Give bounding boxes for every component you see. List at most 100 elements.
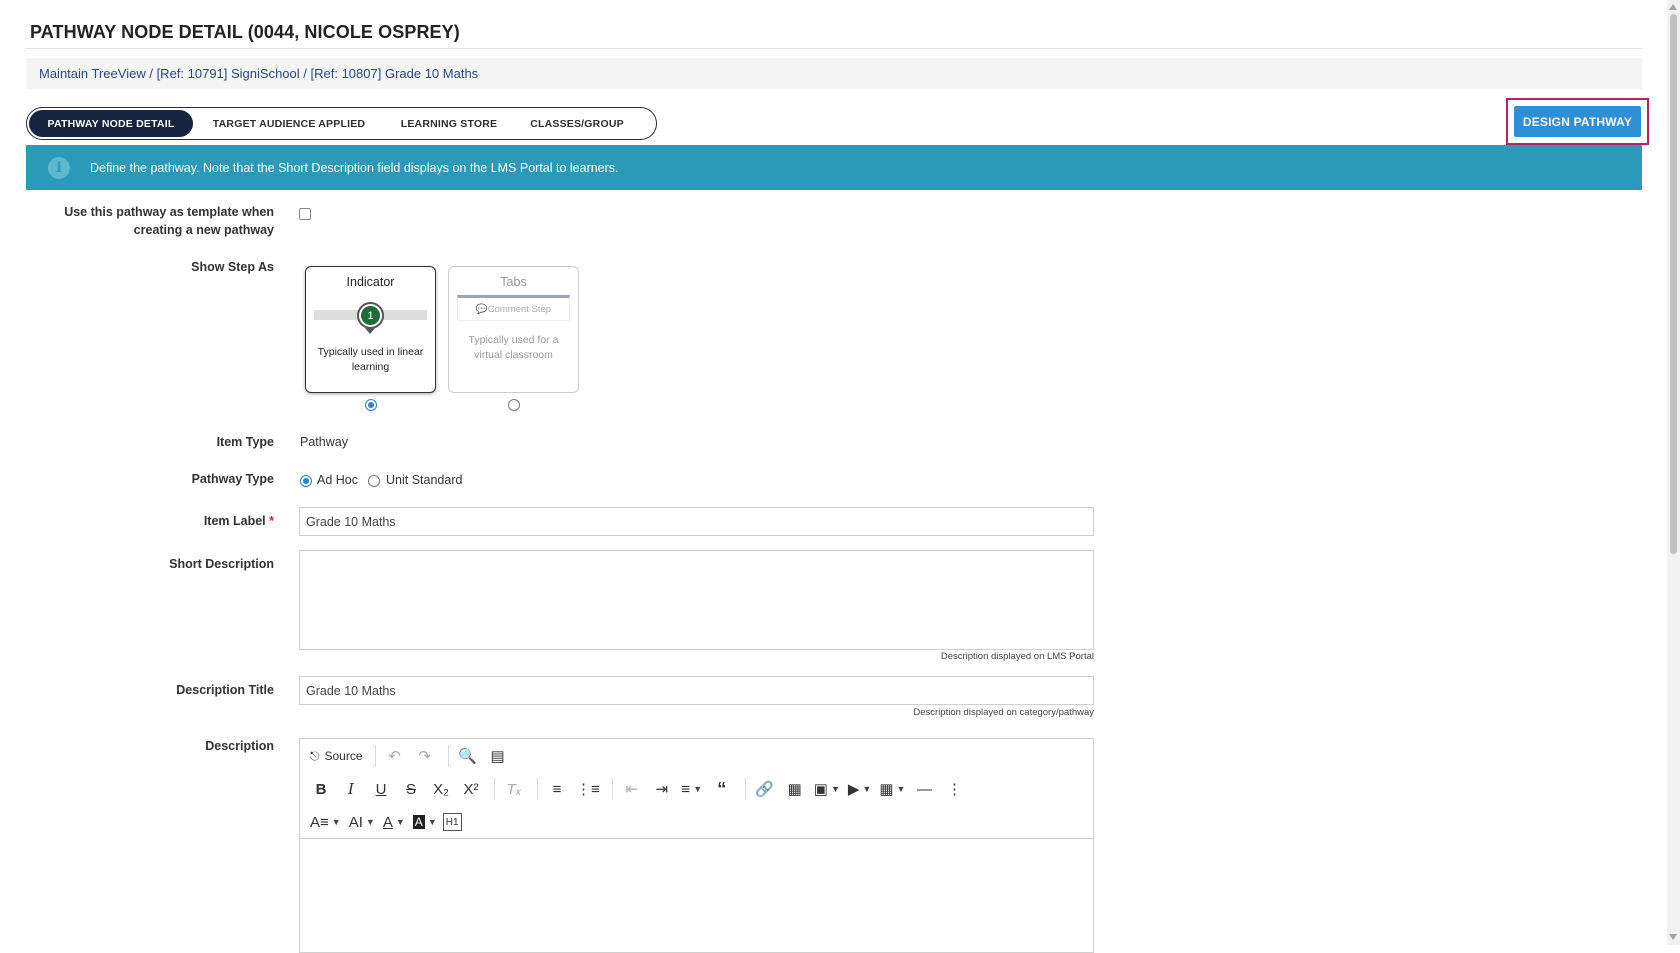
scroll-up-icon[interactable] [1669,4,1677,10]
superscript-icon[interactable]: X² [458,776,484,802]
remove-format-icon[interactable]: Tₓ [501,776,527,802]
bold-icon[interactable]: B [308,776,334,802]
redo-icon[interactable]: ↷ [412,743,438,769]
toolbar-row-2: B I U S X₂ X² Tₓ ≡ ⋮≡ ⇤ ⇥ ≡▼ “ 🔗 ▦ ▣▼ [308,774,971,804]
subscript-icon[interactable]: X₂ [428,776,454,802]
indicator-badge: 1 [361,306,380,325]
pathway-type-unit-standard-radio[interactable] [368,475,380,487]
indent-icon[interactable]: ⇥ [649,776,675,802]
tabs-preview-label: Comment Step [487,304,552,315]
font-size-icon: AI [348,813,363,831]
pathway-type-adhoc-radio[interactable] [300,475,312,487]
table-icon: ▦ [879,781,894,798]
media-embed-icon: ▶ [847,781,860,798]
breadcrumb-separator: / [299,66,311,81]
breadcrumb-item-school[interactable]: [Ref: 10791] SigniSchool [157,66,300,81]
template-checkbox[interactable] [299,208,311,220]
heading-icon: A≡ [310,813,329,831]
tab-target-audience-applied[interactable]: TARGET AUDIENCE APPLIED [193,110,385,137]
info-banner: i Define the pathway. Note that the Shor… [26,145,1642,190]
scroll-down-icon[interactable] [1669,934,1677,940]
item-label-text: Item Label [203,514,266,528]
info-icon: i [48,156,70,179]
item-type-label: Item Type [216,435,274,449]
pathway-type-adhoc-label[interactable]: Ad Hoc [317,473,358,487]
breadcrumb-item-treeview[interactable]: Maintain TreeView [39,66,146,81]
tab-learning-store[interactable]: LEARNING STORE [385,110,513,137]
indicator-pointer-icon [365,328,375,334]
background-color-icon: A [412,815,425,829]
step-radio-tabs[interactable] [508,399,520,411]
chevron-down-icon: ▼ [896,784,906,794]
item-type-value: Pathway [300,435,348,449]
indicator-preview: 1 [306,295,435,341]
source-label: Source [324,749,363,763]
link-icon[interactable]: 🔗 [752,776,778,802]
background-color-dropdown[interactable]: A ▼ [411,809,439,835]
breadcrumb-separator: / [145,66,157,81]
numbered-list-icon[interactable]: ≡ [544,776,570,802]
bulleted-list-icon[interactable]: ⋮≡ [574,776,602,802]
page-break-icon[interactable]: ⋮ [941,776,967,802]
blockquote-icon[interactable]: “ [709,776,735,802]
media-embed-dropdown[interactable]: ▶ ▼ [846,776,873,802]
strikethrough-icon[interactable]: S [398,776,424,802]
step-option-indicator[interactable]: Indicator 1 Typically used in linear lea… [305,266,436,393]
tab-bar: PATHWAY NODE DETAIL TARGET AUDIENCE APPL… [26,107,657,140]
heading-block-icon[interactable]: H1 [442,813,462,831]
item-label-label: Item Label * [26,512,274,530]
toolbar-separator [447,745,449,767]
title-divider [26,48,1642,49]
pathway-type-unit-standard-label[interactable]: Unit Standard [386,473,462,487]
template-label: Use this pathway as template when creati… [64,205,274,237]
design-pathway-highlight: DESIGN PATHWAY [1506,98,1649,145]
design-pathway-button[interactable]: DESIGN PATHWAY [1514,106,1641,137]
step-radio-indicator[interactable] [365,399,377,411]
description-title-input[interactable] [299,676,1094,705]
source-button[interactable]: ⎋ Source [308,743,365,769]
align-left-icon: ≡ [681,780,691,798]
indicator-description: Typically used in linear learning [317,346,424,373]
indicator-title: Indicator [346,275,395,289]
table-dropdown[interactable]: ▦ ▼ [877,776,907,802]
heading-dropdown[interactable]: A≡ ▼ [308,809,343,835]
image-upload-dropdown[interactable]: ▣ ▼ [812,776,842,802]
chevron-down-icon: ▼ [693,784,703,794]
page-scrollbar[interactable] [1667,0,1680,945]
show-step-label: Show Step As [191,260,274,274]
special-block-icon[interactable]: ▦ [782,776,808,802]
indicator-step-marker: 1 [357,302,384,329]
toolbar-separator [744,778,746,800]
breadcrumb-item-course[interactable]: [Ref: 10807] Grade 10 Maths [311,66,479,81]
horizontal-line-icon[interactable]: — [911,776,937,802]
font-color-dropdown[interactable]: A ▼ [381,809,407,835]
image-upload-icon: ▣ [813,781,828,798]
step-option-tabs[interactable]: Tabs 💬Comment Step Typically used for a … [448,266,579,393]
find-replace-icon[interactable]: 🔍 [455,743,481,769]
toolbar-row-3: A≡ ▼ AI ▼ A ▼ A ▼ H1 [308,807,466,837]
item-label-input[interactable] [299,507,1094,536]
scrollbar-thumb[interactable] [1670,14,1677,554]
font-color-icon: A [382,813,393,831]
tab-classes-group[interactable]: CLASSES/GROUP [513,110,641,137]
undo-icon[interactable]: ↶ [382,743,408,769]
description-label: Description [205,739,274,753]
editor-content-area[interactable] [300,839,1093,952]
chevron-down-icon: ▼ [830,784,840,794]
short-description-label: Short Description [169,557,274,571]
outdent-icon[interactable]: ⇤ [619,776,645,802]
tabs-preview: 💬Comment Step [457,295,570,321]
short-description-textarea[interactable] [299,550,1094,650]
tabs-title: Tabs [500,275,527,289]
pathway-type-label: Pathway Type [191,472,274,486]
required-marker: * [269,514,274,528]
toolbar-separator [537,778,538,800]
select-all-icon[interactable]: ▤ [485,743,511,769]
toolbar-separator [374,745,376,767]
breadcrumb: Maintain TreeView / [Ref: 10791] SigniSc… [26,58,1642,89]
italic-icon[interactable]: I [338,776,364,802]
underline-icon[interactable]: U [368,776,394,802]
tab-pathway-node-detail[interactable]: PATHWAY NODE DETAIL [29,110,193,137]
align-dropdown[interactable]: ≡ ▼ [679,776,705,802]
font-size-dropdown[interactable]: AI ▼ [347,809,377,835]
